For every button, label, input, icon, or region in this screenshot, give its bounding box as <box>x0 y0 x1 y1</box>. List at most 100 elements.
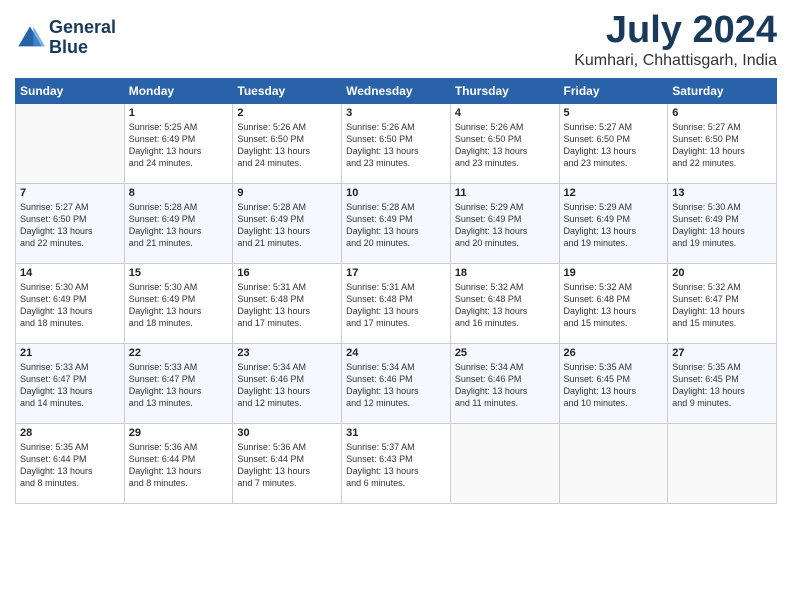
day-details: Sunrise: 5:32 AM Sunset: 6:47 PM Dayligh… <box>672 281 772 330</box>
calendar-cell: 24 Sunrise: 5:34 AM Sunset: 6:46 PM Dayli… <box>342 343 451 423</box>
calendar-cell: 6 Sunrise: 5:27 AM Sunset: 6:50 PM Daylig… <box>668 103 777 183</box>
day-number: 2 <box>237 107 337 119</box>
day-number: 15 <box>129 267 229 279</box>
calendar-cell: 9 Sunrise: 5:28 AM Sunset: 6:49 PM Daylig… <box>233 183 342 263</box>
day-number: 25 <box>455 347 555 359</box>
day-details: Sunrise: 5:37 AM Sunset: 6:43 PM Dayligh… <box>346 441 446 490</box>
calendar-cell: 14 Sunrise: 5:30 AM Sunset: 6:49 PM Dayli… <box>16 263 125 343</box>
day-number: 16 <box>237 267 337 279</box>
day-details: Sunrise: 5:28 AM Sunset: 6:49 PM Dayligh… <box>346 201 446 250</box>
col-header-tuesday: Tuesday <box>233 78 342 103</box>
calendar-cell: 25 Sunrise: 5:34 AM Sunset: 6:46 PM Dayli… <box>450 343 559 423</box>
day-details: Sunrise: 5:26 AM Sunset: 6:50 PM Dayligh… <box>455 121 555 170</box>
calendar-cell: 7 Sunrise: 5:27 AM Sunset: 6:50 PM Daylig… <box>16 183 125 263</box>
col-header-friday: Friday <box>559 78 668 103</box>
day-number: 3 <box>346 107 446 119</box>
calendar-cell <box>16 103 125 183</box>
day-details: Sunrise: 5:30 AM Sunset: 6:49 PM Dayligh… <box>20 281 120 330</box>
calendar-week-row: 28 Sunrise: 5:35 AM Sunset: 6:44 PM Dayli… <box>16 423 777 503</box>
location-title: Kumhari, Chhattisgarh, India <box>574 52 777 70</box>
day-number: 28 <box>20 427 120 439</box>
day-details: Sunrise: 5:30 AM Sunset: 6:49 PM Dayligh… <box>129 281 229 330</box>
calendar-cell: 28 Sunrise: 5:35 AM Sunset: 6:44 PM Dayli… <box>16 423 125 503</box>
calendar-cell: 21 Sunrise: 5:33 AM Sunset: 6:47 PM Dayli… <box>16 343 125 423</box>
day-number: 27 <box>672 347 772 359</box>
col-header-saturday: Saturday <box>668 78 777 103</box>
day-details: Sunrise: 5:34 AM Sunset: 6:46 PM Dayligh… <box>455 361 555 410</box>
title-area: July 2024 Kumhari, Chhattisgarh, India <box>574 10 777 70</box>
calendar-cell: 8 Sunrise: 5:28 AM Sunset: 6:49 PM Daylig… <box>124 183 233 263</box>
month-title: July 2024 <box>574 10 777 52</box>
calendar-cell: 5 Sunrise: 5:27 AM Sunset: 6:50 PM Daylig… <box>559 103 668 183</box>
day-number: 7 <box>20 187 120 199</box>
calendar-cell <box>668 423 777 503</box>
calendar-cell: 19Sunrise: 5:32 AM Sunset: 6:48 PM Dayli… <box>559 263 668 343</box>
calendar-body: 1Sunrise: 5:25 AM Sunset: 6:49 PM Daylig… <box>16 103 777 503</box>
calendar-cell: 13Sunrise: 5:30 AM Sunset: 6:49 PM Dayli… <box>668 183 777 263</box>
day-number: 6 <box>672 107 772 119</box>
calendar-week-row: 1Sunrise: 5:25 AM Sunset: 6:49 PM Daylig… <box>16 103 777 183</box>
day-details: Sunrise: 5:27 AM Sunset: 6:50 PM Dayligh… <box>564 121 664 170</box>
day-details: Sunrise: 5:28 AM Sunset: 6:49 PM Dayligh… <box>129 201 229 250</box>
calendar-cell: 26Sunrise: 5:35 AM Sunset: 6:45 PM Dayli… <box>559 343 668 423</box>
day-details: Sunrise: 5:28 AM Sunset: 6:49 PM Dayligh… <box>237 201 337 250</box>
day-number: 26 <box>564 347 664 359</box>
col-header-monday: Monday <box>124 78 233 103</box>
calendar-cell: 15 Sunrise: 5:30 AM Sunset: 6:49 PM Dayli… <box>124 263 233 343</box>
day-details: Sunrise: 5:29 AM Sunset: 6:49 PM Dayligh… <box>455 201 555 250</box>
day-number: 24 <box>346 347 446 359</box>
calendar-cell <box>450 423 559 503</box>
day-number: 17 <box>346 267 446 279</box>
day-number: 4 <box>455 107 555 119</box>
day-number: 20 <box>672 267 772 279</box>
calendar-cell: 30Sunrise: 5:36 AM Sunset: 6:44 PM Dayli… <box>233 423 342 503</box>
day-details: Sunrise: 5:26 AM Sunset: 6:50 PM Dayligh… <box>237 121 337 170</box>
day-details: Sunrise: 5:27 AM Sunset: 6:50 PM Dayligh… <box>20 201 120 250</box>
day-number: 8 <box>129 187 229 199</box>
logo: General Blue <box>15 18 116 58</box>
calendar-cell: 27 Sunrise: 5:35 AM Sunset: 6:45 PM Dayli… <box>668 343 777 423</box>
day-details: Sunrise: 5:27 AM Sunset: 6:50 PM Dayligh… <box>672 121 772 170</box>
day-number: 18 <box>455 267 555 279</box>
day-details: Sunrise: 5:31 AM Sunset: 6:48 PM Dayligh… <box>237 281 337 330</box>
calendar-cell: 18Sunrise: 5:32 AM Sunset: 6:48 PM Dayli… <box>450 263 559 343</box>
calendar-cell: 22Sunrise: 5:33 AM Sunset: 6:47 PM Dayli… <box>124 343 233 423</box>
day-number: 23 <box>237 347 337 359</box>
calendar-cell: 11 Sunrise: 5:29 AM Sunset: 6:49 PM Dayli… <box>450 183 559 263</box>
day-details: Sunrise: 5:34 AM Sunset: 6:46 PM Dayligh… <box>346 361 446 410</box>
calendar-cell <box>559 423 668 503</box>
calendar-table: SundayMondayTuesdayWednesdayThursdayFrid… <box>15 78 777 504</box>
calendar-week-row: 7 Sunrise: 5:27 AM Sunset: 6:50 PM Daylig… <box>16 183 777 263</box>
calendar-cell: 17 Sunrise: 5:31 AM Sunset: 6:48 PM Dayli… <box>342 263 451 343</box>
day-number: 21 <box>20 347 120 359</box>
calendar-cell: 2 Sunrise: 5:26 AM Sunset: 6:50 PM Daylig… <box>233 103 342 183</box>
day-number: 30 <box>237 427 337 439</box>
day-number: 13 <box>672 187 772 199</box>
col-header-sunday: Sunday <box>16 78 125 103</box>
day-number: 11 <box>455 187 555 199</box>
day-details: Sunrise: 5:35 AM Sunset: 6:45 PM Dayligh… <box>672 361 772 410</box>
day-details: Sunrise: 5:31 AM Sunset: 6:48 PM Dayligh… <box>346 281 446 330</box>
calendar-week-row: 14 Sunrise: 5:30 AM Sunset: 6:49 PM Dayli… <box>16 263 777 343</box>
day-details: Sunrise: 5:33 AM Sunset: 6:47 PM Dayligh… <box>20 361 120 410</box>
day-details: Sunrise: 5:34 AM Sunset: 6:46 PM Dayligh… <box>237 361 337 410</box>
calendar-cell: 12Sunrise: 5:29 AM Sunset: 6:49 PM Dayli… <box>559 183 668 263</box>
calendar-cell: 23 Sunrise: 5:34 AM Sunset: 6:46 PM Dayli… <box>233 343 342 423</box>
day-number: 19 <box>564 267 664 279</box>
day-details: Sunrise: 5:35 AM Sunset: 6:44 PM Dayligh… <box>20 441 120 490</box>
calendar-cell: 3Sunrise: 5:26 AM Sunset: 6:50 PM Daylig… <box>342 103 451 183</box>
calendar-header-row: SundayMondayTuesdayWednesdayThursdayFrid… <box>16 78 777 103</box>
logo-icon <box>15 23 45 53</box>
logo-text: General Blue <box>49 18 116 58</box>
day-number: 5 <box>564 107 664 119</box>
day-number: 29 <box>129 427 229 439</box>
day-number: 14 <box>20 267 120 279</box>
calendar-cell: 4 Sunrise: 5:26 AM Sunset: 6:50 PM Daylig… <box>450 103 559 183</box>
day-number: 1 <box>129 107 229 119</box>
calendar-cell: 10 Sunrise: 5:28 AM Sunset: 6:49 PM Dayli… <box>342 183 451 263</box>
day-number: 10 <box>346 187 446 199</box>
calendar-cell: 29Sunrise: 5:36 AM Sunset: 6:44 PM Dayli… <box>124 423 233 503</box>
day-number: 9 <box>237 187 337 199</box>
calendar-cell: 1Sunrise: 5:25 AM Sunset: 6:49 PM Daylig… <box>124 103 233 183</box>
day-number: 22 <box>129 347 229 359</box>
